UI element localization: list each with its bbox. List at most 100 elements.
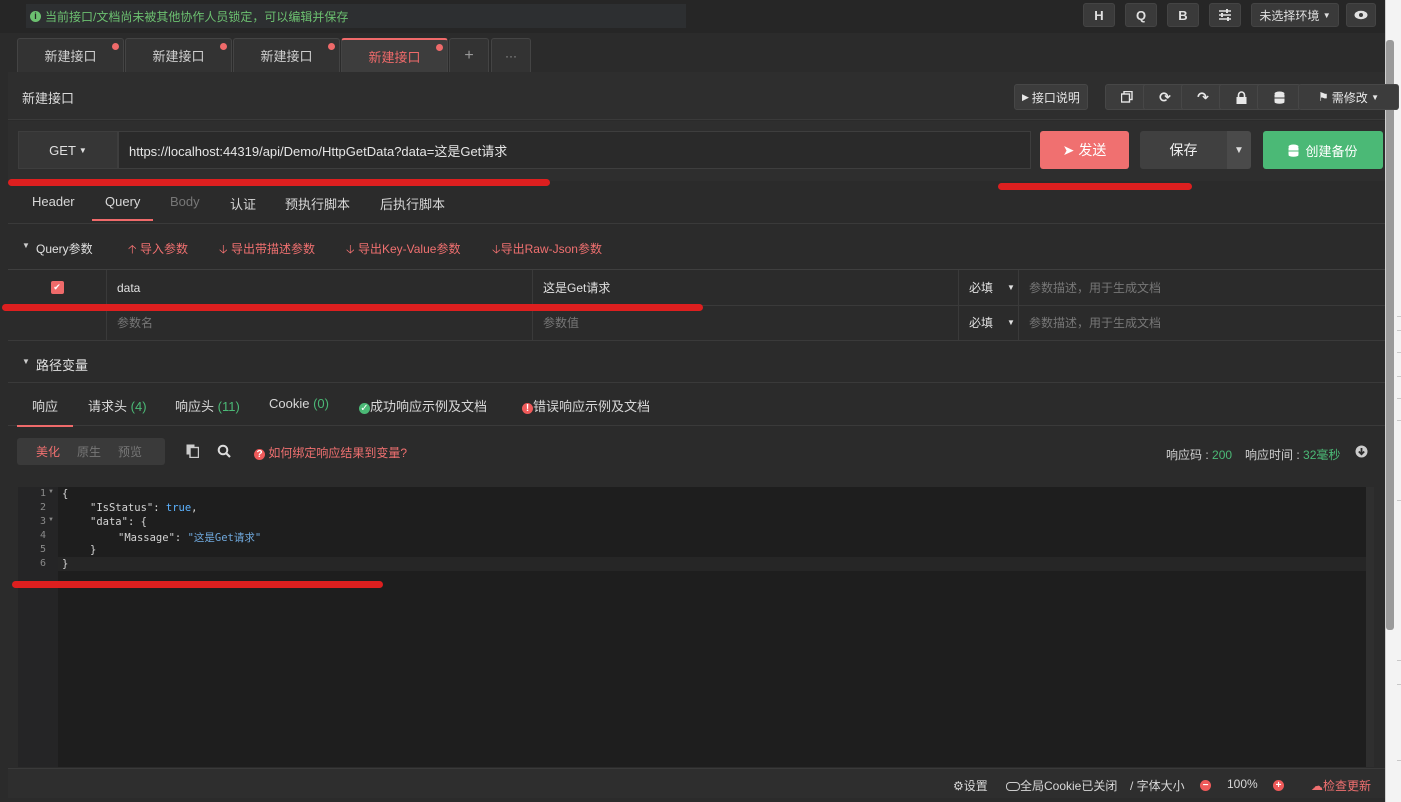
- tab-cookie[interactable]: Cookie (0): [269, 396, 329, 411]
- save-options-button[interactable]: ▼: [1227, 131, 1251, 169]
- export-kv-params-link[interactable]: 🡣 导出Key-Value参数: [346, 240, 460, 261]
- export-desc-params-link[interactable]: 🡣 导出带描述参数: [219, 240, 315, 261]
- tab-response[interactable]: 响应: [17, 396, 74, 427]
- line-number-gutter: 1 2 3 4 5 6 ▼ ▼: [18, 487, 58, 767]
- exclamation-circle-icon: !: [522, 403, 533, 414]
- check-circle-icon: ✓: [359, 403, 370, 414]
- environment-select[interactable]: 未选择环境 ▼: [1251, 3, 1339, 27]
- tab-auth[interactable]: 认证: [230, 194, 256, 213]
- json-sep: :: [127, 516, 141, 528]
- tab-new-api-3[interactable]: 新建接口: [233, 38, 340, 72]
- json-brace: {: [140, 516, 147, 528]
- header-q-button[interactable]: Q: [1125, 3, 1157, 27]
- tab-header[interactable]: Header: [32, 194, 75, 209]
- annotation-underline: [998, 183, 1192, 190]
- url-input[interactable]: https://localhost:44319/api/Demo/HttpGet…: [118, 131, 1031, 169]
- bind-variables-help-link[interactable]: ? 如何绑定响应结果到变量?: [254, 444, 407, 461]
- path-variables-label: 路径变量: [36, 358, 89, 373]
- divider: [1397, 316, 1401, 317]
- api-title-row: 新建接口 ▶ 接口说明 ⟳ ↷ ⚑ 需修改 ▼: [8, 72, 1399, 120]
- preview-button[interactable]: [1346, 3, 1376, 27]
- path-variables-section[interactable]: ▼ 路径变量: [8, 341, 1385, 383]
- status-select[interactable]: ⚑ 需修改 ▼: [1298, 84, 1399, 110]
- json-string: "这是Get请求": [187, 532, 262, 544]
- divider: [1397, 760, 1401, 761]
- send-button[interactable]: ➤ 发送: [1040, 131, 1129, 169]
- beautify-button[interactable]: 美化: [36, 443, 60, 460]
- editor-scrollbar[interactable]: [1366, 487, 1374, 767]
- collapse-caret-icon[interactable]: ▼: [22, 241, 30, 250]
- json-key: "Massage": [118, 532, 175, 544]
- code-line: "data": {: [90, 516, 147, 528]
- method-select[interactable]: GET ▼: [18, 131, 118, 169]
- search-response-button[interactable]: [217, 444, 231, 461]
- caret-down-icon: ▼: [1007, 283, 1015, 292]
- tab-pre-script[interactable]: 预执行脚本: [285, 194, 350, 213]
- settings-button[interactable]: ⚙设置: [953, 777, 988, 794]
- unsaved-dot-icon: [328, 43, 335, 50]
- export-raw-params-link[interactable]: 🡣导出Raw-Json参数: [492, 240, 602, 261]
- tab-new-api-1[interactable]: 新建接口: [17, 38, 124, 72]
- tab-success-example[interactable]: ✓成功响应示例及文档: [359, 396, 487, 415]
- info-icon: i: [30, 10, 41, 22]
- fold-arrow-icon[interactable]: ▼: [48, 517, 54, 523]
- tab-new-api-2[interactable]: 新建接口: [125, 38, 232, 72]
- new-param-required-select[interactable]: 必填 ▼: [959, 305, 1019, 340]
- export-kv-label: 导出Key-Value参数: [357, 242, 461, 256]
- header-h-button[interactable]: H: [1083, 3, 1115, 27]
- param-desc-placeholder: 参数描述，用于生成文档: [1029, 281, 1162, 295]
- cookie-status-label: 全局Cookie已关闭: [1020, 779, 1118, 793]
- check-update-link[interactable]: ☁检查更新: [1311, 777, 1371, 794]
- download-response-button[interactable]: [1355, 445, 1368, 461]
- tab-request-headers[interactable]: 请求头 (4): [88, 396, 147, 415]
- tab-error-example[interactable]: ! 错误响应示例及文档: [522, 396, 650, 415]
- raw-button[interactable]: 原生: [77, 443, 101, 460]
- line-number: 2: [39, 502, 46, 513]
- status-bar: ⚙设置 全局Cookie已关闭 / 字体大小 − 100% + ☁检查更新: [8, 768, 1385, 798]
- active-line-highlight: [58, 557, 1366, 571]
- caret-down-icon: ▼: [1007, 318, 1015, 327]
- param-required-select[interactable]: 必填 ▼: [959, 270, 1019, 305]
- header-b-button[interactable]: B: [1167, 3, 1199, 27]
- response-code-label: 响应码 :: [1166, 448, 1213, 462]
- arrow-up-icon: 🡡: [128, 242, 137, 256]
- global-cookie-toggle[interactable]: 全局Cookie已关闭: [1006, 777, 1117, 794]
- response-time-label: 响应时间 :: [1245, 448, 1304, 462]
- settings-sliders-button[interactable]: [1209, 3, 1241, 27]
- create-backup-button[interactable]: 创建备份: [1263, 131, 1383, 169]
- param-desc-input[interactable]: 参数描述，用于生成文档: [1019, 270, 1385, 305]
- font-decrease-button[interactable]: −: [1200, 777, 1211, 791]
- tab-label: 新建接口: [152, 49, 205, 64]
- preview-button[interactable]: 预览: [118, 443, 142, 460]
- tab-label: 新建接口: [368, 50, 421, 65]
- tab-new-api-active[interactable]: 新建接口: [341, 38, 448, 73]
- page-scrollbar[interactable]: [1386, 40, 1394, 630]
- h-label: H: [1094, 7, 1104, 23]
- check-update-label: 检查更新: [1323, 779, 1372, 793]
- response-code-editor[interactable]: 1 2 3 4 5 6 ▼ ▼ { "IsStatus": true, "dat…: [18, 487, 1366, 767]
- tab-body[interactable]: Body: [170, 194, 200, 209]
- line-number: 4: [39, 530, 46, 541]
- add-tab-button[interactable]: +: [449, 38, 489, 72]
- minus-circle-icon: −: [1200, 780, 1211, 791]
- save-button[interactable]: 保存: [1140, 131, 1227, 169]
- tab-response-headers[interactable]: 响应头 (11): [175, 396, 240, 415]
- database-button[interactable]: [1257, 84, 1301, 110]
- api-doc-button[interactable]: ▶ 接口说明: [1014, 84, 1088, 110]
- share-icon: ↷: [1197, 88, 1209, 105]
- param-enabled-cell[interactable]: ✔: [8, 270, 107, 305]
- divider: [1397, 684, 1401, 685]
- font-increase-button[interactable]: +: [1273, 777, 1284, 791]
- tab-query[interactable]: Query: [92, 194, 154, 221]
- checkbox-checked-icon[interactable]: ✔: [50, 281, 64, 294]
- settings-label: 设置: [963, 779, 988, 793]
- plus-icon: +: [464, 46, 474, 64]
- param-value-input[interactable]: 这是Get请求: [533, 270, 959, 305]
- param-name-input[interactable]: data: [107, 270, 533, 305]
- fold-arrow-icon[interactable]: ▼: [48, 489, 54, 495]
- more-tabs-button[interactable]: ···: [491, 38, 531, 72]
- tab-post-script[interactable]: 后执行脚本: [380, 194, 445, 213]
- new-param-desc-input[interactable]: 参数描述，用于生成文档: [1019, 305, 1385, 340]
- import-params-link[interactable]: 🡡 导入参数: [128, 240, 188, 261]
- copy-response-button[interactable]: [186, 444, 200, 461]
